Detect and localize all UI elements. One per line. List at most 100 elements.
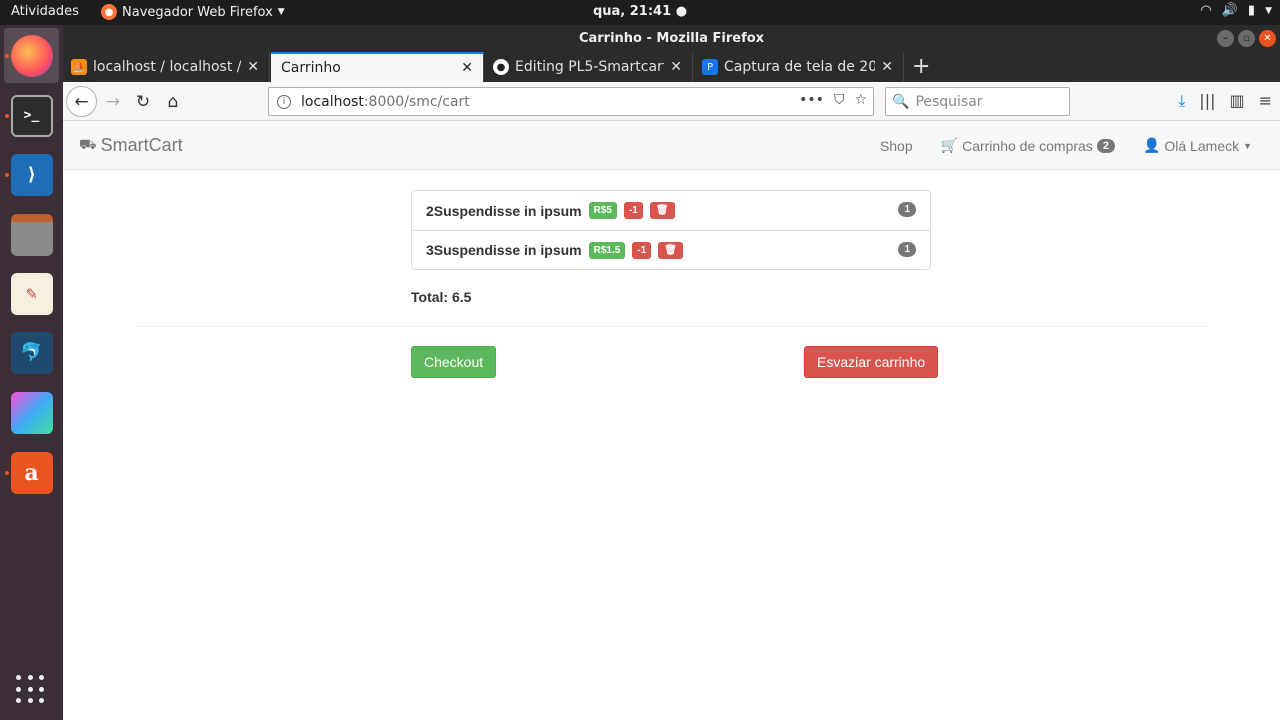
- nav-shop[interactable]: Shop: [880, 138, 913, 154]
- shopping-cart-icon: 🛒: [940, 137, 959, 153]
- dock-text-editor[interactable]: ✎: [4, 266, 59, 321]
- nav-user-label: Olá Lameck: [1164, 137, 1240, 154]
- tab-label: localhost / localhost / sr: [93, 59, 242, 75]
- sidebar-icon[interactable]: ▥: [1229, 91, 1244, 111]
- text-editor-icon: ✎: [10, 272, 53, 315]
- close-tab-icon[interactable]: ✕: [881, 59, 893, 75]
- window-title: Carrinho - Mozilla Firefox: [578, 31, 765, 46]
- notification-dot-icon: ●: [675, 4, 688, 19]
- price-label: R$1.5: [588, 241, 626, 259]
- app-icon: [10, 391, 53, 434]
- search-input[interactable]: 🔍 Pesquisar: [885, 87, 1070, 116]
- tab-github[interactable]: ● Editing PL5-Smartcart-C ✕: [485, 52, 693, 82]
- window-titlebar: Carrinho - Mozilla Firefox – ▫ ✕: [63, 25, 1280, 52]
- close-tab-icon[interactable]: ✕: [461, 60, 473, 76]
- running-indicator: [5, 173, 9, 177]
- vscode-icon: ⟩: [10, 153, 53, 196]
- trash-icon[interactable]: 🗑: [658, 241, 683, 259]
- home-icon[interactable]: ⌂: [159, 88, 187, 116]
- dock-mysql-workbench[interactable]: 🐬: [4, 325, 59, 380]
- nav-user-dropdown[interactable]: 👤 Olá Lameck ▼: [1143, 137, 1252, 154]
- forward-icon[interactable]: →: [99, 88, 127, 116]
- navigation-toolbar: ← → ↻ ⌂ i localhost:8000/smc/cart ••• ⛉ …: [63, 82, 1280, 121]
- chevron-down-icon: ▼: [277, 7, 285, 17]
- tab-phpmyadmin[interactable]: ⛵ localhost / localhost / sr ✕: [63, 52, 270, 82]
- mysql-workbench-icon: 🐬: [10, 331, 53, 374]
- cart-list: 2Suspendisse in ipsum R$5 -1 🗑 1 3Suspen…: [411, 190, 931, 270]
- cart-count-badge: 2: [1096, 138, 1115, 153]
- wifi-icon: ◠: [1200, 3, 1212, 18]
- activities-button[interactable]: Atividades: [11, 4, 79, 19]
- brand-label: SmartCart: [100, 135, 183, 155]
- quantity-badge: 1: [898, 202, 916, 217]
- trash-icon[interactable]: 🗑: [649, 202, 675, 219]
- page-actions-icon[interactable]: •••: [799, 92, 824, 108]
- tab-pasteboard[interactable]: P Captura de tela de 2018- ✕: [694, 52, 904, 82]
- close-tab-icon[interactable]: ✕: [670, 59, 682, 75]
- downloads-icon[interactable]: ⤓: [1178, 91, 1185, 111]
- tab-carrinho[interactable]: Carrinho ✕: [271, 52, 484, 82]
- show-applications-icon[interactable]: [16, 675, 46, 705]
- cart-total: Total: 6.5: [411, 289, 472, 305]
- pasteboard-icon: P: [702, 59, 718, 75]
- toolbar-right: ⤓ ||| ▥ ≡: [1178, 91, 1272, 111]
- user-icon: 👤: [1142, 137, 1161, 153]
- minimize-icon[interactable]: –: [1217, 30, 1234, 47]
- caret-down-icon: ▼: [1243, 140, 1252, 151]
- chevron-down-icon: ▼: [1265, 5, 1272, 16]
- pocket-icon[interactable]: ⛉: [834, 92, 845, 108]
- site-navbar: ⛟ SmartCart Shop 🛒 Carrinho de compras 2…: [63, 121, 1280, 170]
- dock-terminal[interactable]: >_: [4, 88, 59, 143]
- window-controls: – ▫ ✕: [1217, 30, 1276, 47]
- battery-icon: ▮: [1247, 3, 1256, 18]
- reload-icon[interactable]: ↻: [129, 88, 157, 116]
- running-indicator: [5, 114, 9, 118]
- menu-icon[interactable]: ≡: [1259, 91, 1272, 111]
- bookmark-star-icon[interactable]: ☆: [854, 92, 867, 108]
- back-icon[interactable]: ←: [66, 86, 97, 117]
- maximize-icon[interactable]: ▫: [1238, 30, 1255, 47]
- checkout-button[interactable]: Checkout: [411, 346, 497, 378]
- system-top-bar: Atividades ● Navegador Web Firefox ▼ qua…: [0, 0, 1280, 25]
- site-nav: Shop 🛒 Carrinho de compras 2 👤 Olá Lamec…: [880, 137, 1252, 154]
- divider: [138, 326, 1206, 327]
- search-placeholder: Pesquisar: [915, 93, 983, 110]
- phpmyadmin-icon: ⛵: [71, 59, 87, 75]
- brand-link[interactable]: ⛟ SmartCart: [79, 135, 183, 156]
- page-actions: ••• ⛉ ☆: [799, 92, 867, 108]
- nav-cart[interactable]: 🛒 Carrinho de compras 2: [941, 137, 1115, 154]
- tab-label: Carrinho: [281, 60, 341, 76]
- system-tray[interactable]: ◠ 🔊 ▮ ▼: [1200, 3, 1272, 18]
- item-name: 3Suspendisse in ipsum: [426, 242, 582, 258]
- search-icon: 🔍: [892, 93, 910, 110]
- list-item: 2Suspendisse in ipsum R$5 -1 🗑 1: [412, 191, 930, 230]
- tab-strip: ⛵ localhost / localhost / sr ✕ Carrinho …: [63, 52, 1280, 82]
- terminal-icon: >_: [10, 94, 53, 137]
- page-content: ⛟ SmartCart Shop 🛒 Carrinho de compras 2…: [63, 121, 1280, 720]
- close-icon[interactable]: ✕: [1259, 30, 1276, 47]
- app-menu[interactable]: ● Navegador Web Firefox ▼: [101, 4, 285, 20]
- decrement-button[interactable]: -1: [623, 202, 643, 219]
- running-indicator: [5, 471, 9, 475]
- close-tab-icon[interactable]: ✕: [247, 59, 259, 75]
- dock-firefox[interactable]: [4, 28, 59, 83]
- dock-files[interactable]: [4, 207, 59, 262]
- cart-logo-icon: ⛟: [79, 136, 97, 152]
- library-icon[interactable]: |||: [1199, 91, 1215, 111]
- dock: >_ ⟩ ✎ 🐬 a: [0, 25, 63, 720]
- empty-cart-button[interactable]: Esvaziar carrinho: [804, 346, 939, 378]
- dock-vscode[interactable]: ⟩: [4, 147, 59, 202]
- new-tab-icon[interactable]: +: [912, 54, 930, 79]
- files-icon: [10, 213, 53, 256]
- dock-software-center[interactable]: a: [4, 445, 59, 500]
- dock-app[interactable]: [4, 385, 59, 440]
- clock[interactable]: qua, 21:41: [593, 4, 671, 19]
- tab-label: Captura de tela de 2018-: [724, 59, 876, 75]
- price-label: R$5: [588, 202, 617, 219]
- site-info-icon[interactable]: i: [277, 94, 291, 109]
- url-bar[interactable]: i localhost:8000/smc/cart ••• ⛉ ☆: [268, 87, 874, 116]
- running-indicator: [5, 54, 9, 58]
- item-name: 2Suspendisse in ipsum: [426, 202, 582, 219]
- decrement-button[interactable]: -1: [632, 241, 652, 259]
- nav-cart-label: Carrinho de compras: [962, 137, 1093, 154]
